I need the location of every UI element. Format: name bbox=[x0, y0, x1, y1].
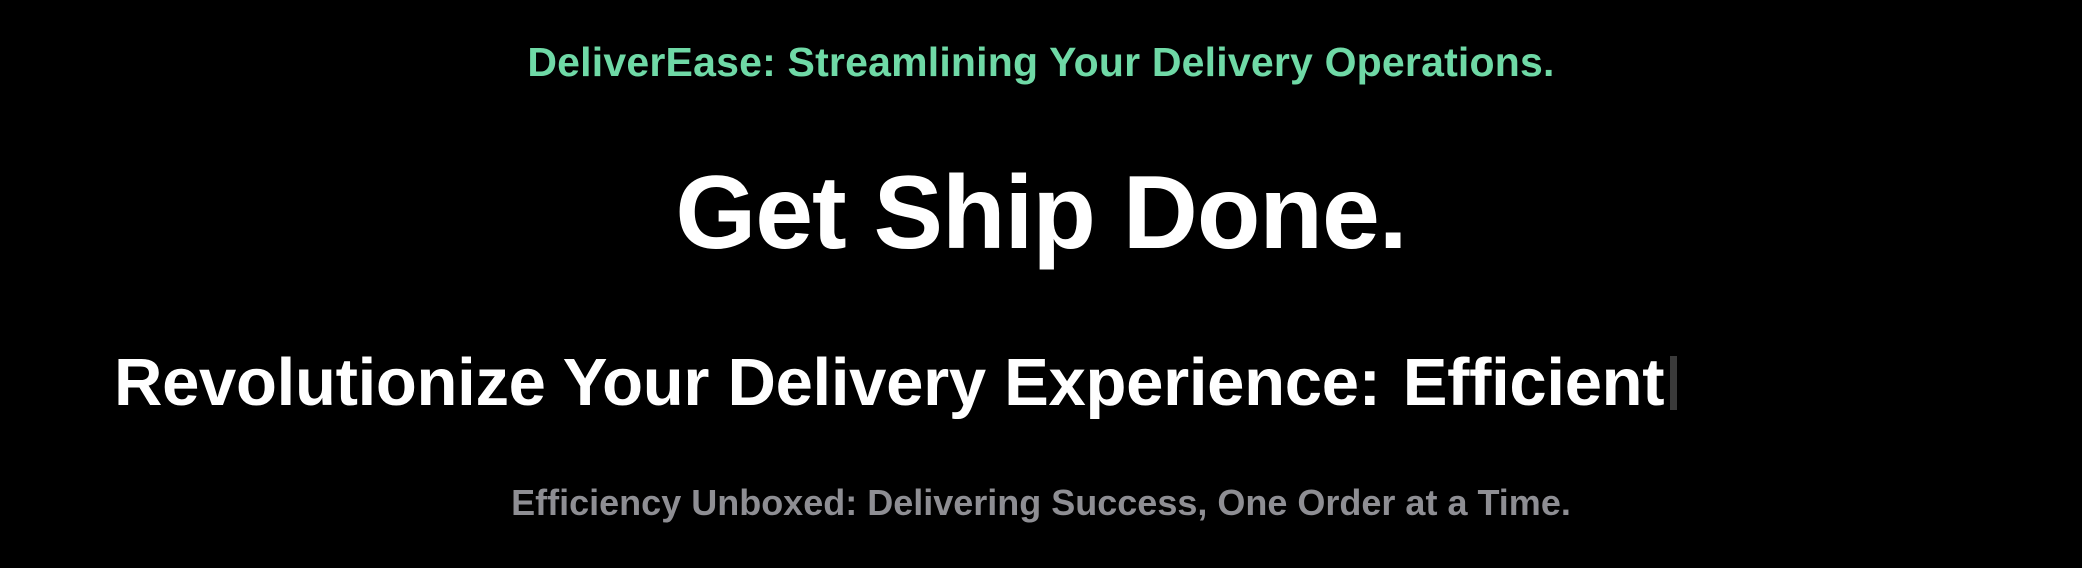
subheadline: Revolutionize Your Delivery Experience: bbox=[114, 345, 1381, 420]
typewriter-cursor bbox=[1670, 356, 1678, 410]
typewriter-word: Efficient bbox=[1402, 345, 1665, 420]
footer-tagline: Efficiency Unboxed: Delivering Success, … bbox=[511, 482, 1571, 523]
tagline: DeliverEase: Streamlining Your Delivery … bbox=[527, 39, 1555, 85]
hero-section: DeliverEase: Streamlining Your Delivery … bbox=[0, 0, 2082, 568]
headline: Get Ship Done. bbox=[675, 155, 1407, 271]
subheadline-row: Revolutionize Your Delivery Experience: … bbox=[114, 338, 1678, 428]
